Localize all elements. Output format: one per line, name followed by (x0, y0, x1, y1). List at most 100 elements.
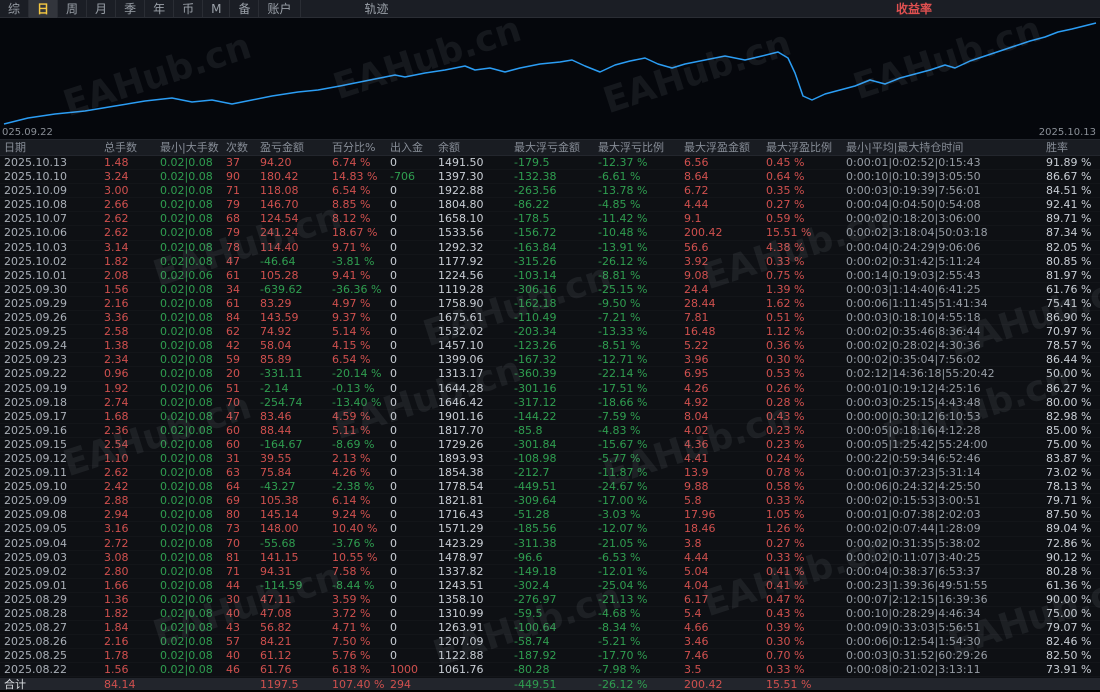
table-cell: 0:00:14|0:19:03|2:55:43 (846, 268, 981, 282)
menu-item-9[interactable]: 账户 (259, 0, 301, 18)
table-cell: 1.92 (104, 381, 129, 395)
table-cell: 0.02|0.08 (160, 663, 213, 677)
table-row[interactable]: 2025.09.01 1.66 0.02|0.08 44 -114.59 -8.44 % 0… (0, 579, 1100, 593)
table-row[interactable]: 2025.10.09 3.00 0.02|0.08 71 118.08 6.54 % 0 19… (0, 184, 1100, 198)
table-row[interactable]: 2025.09.03 3.08 0.02|0.08 81 141.15 10.55 % 0 1… (0, 551, 1100, 565)
table-cell: 3.14 (104, 240, 129, 254)
table-cell: 0 (390, 311, 397, 325)
table-row[interactable]: 2025.09.17 1.68 0.02|0.08 47 83.46 4.59 % 0 190… (0, 410, 1100, 424)
table-cell: 18.67 % (332, 226, 378, 240)
table-cell: 89.71 % (1046, 212, 1092, 226)
table-cell: 69 (226, 494, 240, 508)
column-header-1[interactable]: 总手数 (100, 140, 156, 155)
table-row[interactable]: 2025.09.11 2.62 0.02|0.08 63 75.84 4.26 % 0 185… (0, 466, 1100, 480)
table-cell: 1.36 (104, 592, 129, 606)
menu-item-4[interactable]: 季 (116, 0, 146, 18)
table-row[interactable]: 2025.09.24 1.38 0.02|0.08 42 58.04 4.15 % 0 145… (0, 339, 1100, 353)
column-header-4[interactable]: 盈亏金额 (256, 140, 328, 155)
column-header-10[interactable]: 最大浮盈金额 (680, 140, 762, 155)
table-cell: 0.53 % (766, 367, 805, 381)
table-cell: 0:00:02|0:35:46|8:36:44 (846, 325, 981, 339)
footer-cell (1042, 678, 1100, 690)
table-row[interactable]: 2025.09.22 0.96 0.02|0.08 20 -331.11 -20.14 %… (0, 367, 1100, 381)
table-row[interactable]: 2025.09.18 2.74 0.02|0.08 70 -254.74 -13.40 %… (0, 396, 1100, 410)
table-row[interactable]: 2025.08.29 1.36 0.02|0.06 30 47.11 3.59 % 0 135… (0, 593, 1100, 607)
menu-item-2[interactable]: 周 (58, 0, 88, 18)
table-cell: 0.23 % (766, 437, 805, 451)
table-cell: 0:00:05|0:18:16|4:12:28 (846, 423, 981, 437)
table-cell: 0.02|0.06 (160, 268, 213, 282)
table-cell: -86.22 (514, 198, 550, 212)
table-cell: 3.24 (104, 170, 129, 184)
table-cell: 61.76 (260, 663, 292, 677)
menu-item-0[interactable]: 综 (0, 0, 30, 18)
table-row[interactable]: 2025.09.02 2.80 0.02|0.08 71 94.31 7.58 % 0 133… (0, 565, 1100, 579)
table-row[interactable]: 2025.10.07 2.62 0.02|0.08 68 124.54 8.12 % 0 16… (0, 212, 1100, 226)
menu-item-5[interactable]: 年 (145, 0, 175, 18)
table-row[interactable]: 2025.10.03 3.14 0.02|0.08 78 114.40 9.71 % 0 12… (0, 241, 1100, 255)
table-cell: 86.67 % (1046, 170, 1092, 184)
table-cell: 0.39 % (766, 621, 805, 635)
table-cell: 0.02|0.08 (160, 325, 213, 339)
table-cell: -18.66 % (598, 395, 648, 409)
table-row[interactable]: 2025.10.02 1.82 0.02|0.08 47 -46.64 -3.81 % 0 1… (0, 255, 1100, 269)
table-cell: 0 (390, 212, 397, 226)
table-row[interactable]: 2025.09.19 1.92 0.02|0.06 51 -2.14 -0.13 % 0 16… (0, 382, 1100, 396)
table-cell: 0.02|0.08 (160, 184, 213, 198)
table-cell: -55.68 (260, 536, 296, 550)
table-row[interactable]: 2025.09.08 2.94 0.02|0.08 80 145.14 9.24 % 0 17… (0, 508, 1100, 522)
menu-item-7[interactable]: M (203, 0, 231, 18)
table-row[interactable]: 2025.10.10 3.24 0.02|0.08 90 180.42 14.83 % -7… (0, 170, 1100, 184)
column-header-3[interactable]: 次数 (222, 140, 256, 155)
column-header-2[interactable]: 最小|大手数 (156, 140, 222, 155)
column-header-12[interactable]: 最小|平均|最大持仓时间 (842, 140, 1042, 155)
table-cell: 6.54 % (332, 184, 371, 198)
table-row[interactable]: 2025.09.25 2.58 0.02|0.08 62 74.92 5.14 % 0 153… (0, 325, 1100, 339)
table-row[interactable]: 2025.09.04 2.72 0.02|0.08 70 -55.68 -3.76 % 0 1… (0, 537, 1100, 551)
table-row[interactable]: 2025.09.05 3.16 0.02|0.08 73 148.00 10.40 % 0 1… (0, 522, 1100, 536)
table-cell: 0.30 % (766, 635, 805, 649)
table-cell: 143.59 (260, 311, 299, 325)
column-header-7[interactable]: 余额 (434, 140, 510, 155)
table-cell: 60 (226, 437, 240, 451)
table-row[interactable]: 2025.09.15 2.54 0.02|0.08 60 -164.67 -8.69 % 0… (0, 438, 1100, 452)
menu-item-8[interactable]: 备 (230, 0, 260, 18)
menu-item-3[interactable]: 月 (87, 0, 117, 18)
menu-item-trajectory[interactable]: 轨迹 (357, 0, 397, 17)
table-row[interactable]: 2025.09.30 1.56 0.02|0.08 34 -639.62 -36.36 %… (0, 283, 1100, 297)
table-cell: -449.51 (514, 480, 557, 494)
table-row[interactable]: 2025.09.09 2.88 0.02|0.08 69 105.38 6.14 % 0 18… (0, 494, 1100, 508)
column-header-0[interactable]: 日期 (0, 140, 100, 155)
column-header-11[interactable]: 最大浮盈比例 (762, 140, 842, 155)
table-row[interactable]: 2025.08.25 1.78 0.02|0.08 40 61.12 5.76 % 0 112… (0, 649, 1100, 663)
table-row[interactable]: 2025.09.29 2.16 0.02|0.08 61 83.29 4.97 % 0 175… (0, 297, 1100, 311)
table-cell: -96.6 (514, 550, 543, 564)
table-row[interactable]: 2025.10.13 1.48 0.02|0.08 37 94.20 6.74 % 0 149… (0, 156, 1100, 170)
column-header-5[interactable]: 百分比% (328, 140, 386, 155)
table-row[interactable]: 2025.09.12 1.10 0.02|0.08 31 39.55 2.13 % 0 189… (0, 452, 1100, 466)
table-cell: 8.04 (684, 409, 709, 423)
table-row[interactable]: 2025.08.26 2.16 0.02|0.08 57 84.21 7.50 % 0 120… (0, 635, 1100, 649)
table-cell: 90.00 % (1046, 592, 1092, 606)
table-row[interactable]: 2025.10.01 2.08 0.02|0.06 61 105.28 9.41 % 0 12… (0, 269, 1100, 283)
table-row[interactable]: 2025.09.23 2.34 0.02|0.08 59 85.89 6.54 % 0 139… (0, 353, 1100, 367)
table-cell: 2025.08.27 (4, 621, 67, 635)
table-cell: -25.04 % (598, 578, 648, 592)
table-row[interactable]: 2025.09.26 3.36 0.02|0.08 84 143.59 9.37 % 0 16… (0, 311, 1100, 325)
table-row[interactable]: 2025.08.27 1.84 0.02|0.08 43 56.82 4.71 % 0 126… (0, 621, 1100, 635)
column-header-13[interactable]: 胜率 (1042, 140, 1100, 155)
table-row[interactable]: 2025.10.08 2.66 0.02|0.08 79 146.70 8.85 % 0 18… (0, 198, 1100, 212)
table-row[interactable]: 2025.08.28 1.82 0.02|0.08 40 47.08 3.72 % 0 131… (0, 607, 1100, 621)
column-header-8[interactable]: 最大浮亏金额 (510, 140, 594, 155)
table-row[interactable]: 2025.10.06 2.62 0.02|0.08 79 241.24 18.67 % 0 1… (0, 226, 1100, 240)
menu-item-1[interactable]: 日 (29, 0, 59, 18)
menu-item-6[interactable]: 币 (174, 0, 204, 18)
table-cell: -108.98 (514, 451, 557, 465)
column-header-6[interactable]: 出入金 (386, 140, 434, 155)
table-cell: 4.02 (684, 423, 709, 437)
table-row[interactable]: 2025.08.22 1.56 0.02|0.08 46 61.76 6.18 % 1000… (0, 663, 1100, 677)
table-cell: 28.44 (684, 296, 716, 310)
column-header-9[interactable]: 最大浮亏比例 (594, 140, 680, 155)
table-row[interactable]: 2025.09.16 2.36 0.02|0.08 60 88.44 5.11 % 0 181… (0, 424, 1100, 438)
table-row[interactable]: 2025.09.10 2.42 0.02|0.08 64 -43.27 -2.38 % 0 1… (0, 480, 1100, 494)
